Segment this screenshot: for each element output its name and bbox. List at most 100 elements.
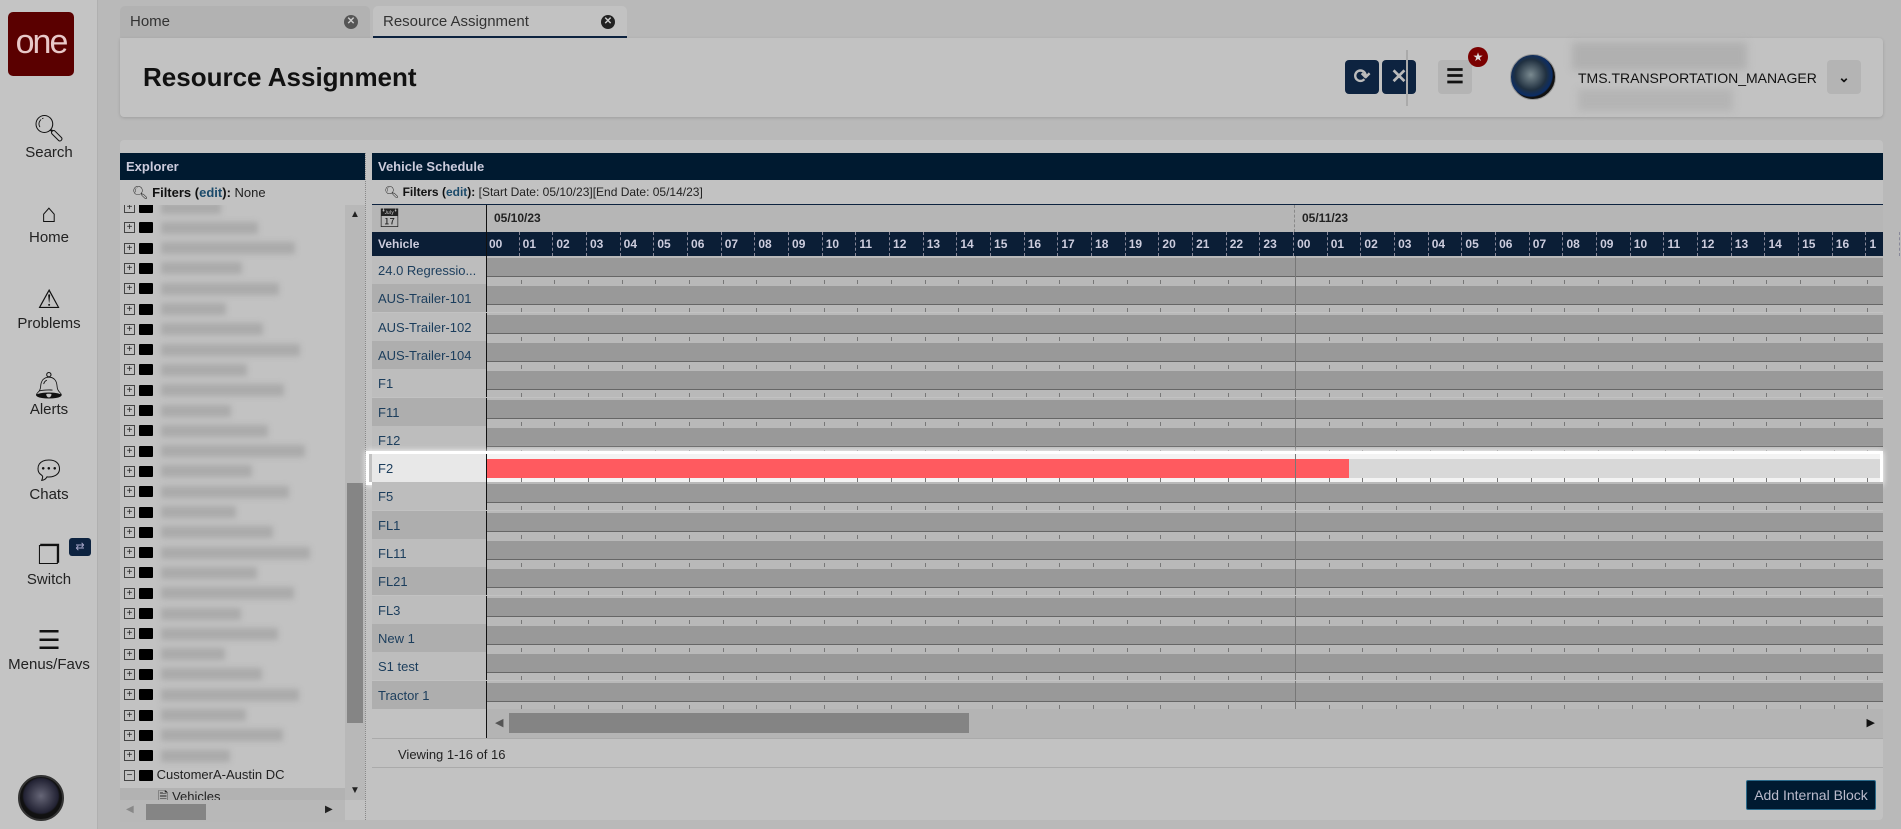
- vehicle-row-label[interactable]: AUS-Trailer-101: [372, 284, 486, 313]
- close-button[interactable]: ✕: [1382, 60, 1416, 94]
- expand-icon[interactable]: +: [124, 486, 135, 498]
- expand-icon[interactable]: +: [124, 323, 135, 335]
- vehicle-timeline[interactable]: [486, 539, 1883, 567]
- vehicle-row-label[interactable]: F11: [372, 397, 486, 426]
- tree-node-expanded[interactable]: − CustomerA-Austin DC: [124, 767, 285, 787]
- tree-node[interactable]: +: [124, 747, 230, 767]
- internal-block-bar[interactable]: [487, 459, 1349, 479]
- tab-home[interactable]: Home ✕: [120, 6, 370, 38]
- expand-icon[interactable]: +: [124, 668, 135, 680]
- vehicle-column-header[interactable]: Vehicle: [378, 237, 419, 251]
- tree-node[interactable]: +: [124, 686, 299, 706]
- tree-node[interactable]: +: [124, 219, 258, 239]
- expand-icon[interactable]: +: [124, 689, 135, 701]
- tree-node[interactable]: +: [124, 361, 247, 381]
- tree-node[interactable]: +: [124, 422, 268, 442]
- tree-node[interactable]: +: [124, 240, 295, 260]
- add-internal-block-button[interactable]: Add Internal Block: [1746, 780, 1876, 810]
- vehicle-timeline[interactable]: [486, 425, 1883, 454]
- tree-node[interactable]: +: [124, 321, 263, 341]
- expand-icon[interactable]: +: [124, 364, 135, 376]
- tree-node[interactable]: +: [124, 605, 241, 625]
- vehicle-timeline[interactable]: [486, 340, 1883, 369]
- vehicle-row-label[interactable]: F2: [372, 454, 486, 483]
- nav-item-problems[interactable]: ⚠ Problems: [0, 283, 98, 332]
- tree-node[interactable]: +: [124, 260, 242, 280]
- expand-icon[interactable]: +: [124, 506, 135, 518]
- vehicle-timeline[interactable]: [486, 397, 1883, 426]
- tree-node[interactable]: +: [124, 301, 226, 321]
- tree-node[interactable]: +: [124, 564, 257, 584]
- vehicle-timeline[interactable]: [486, 312, 1883, 341]
- vehicle-timeline[interactable]: [486, 369, 1883, 398]
- vehicle-row-label[interactable]: Tractor 1: [372, 680, 486, 709]
- expand-icon[interactable]: +: [124, 587, 135, 599]
- tree-node[interactable]: +: [124, 463, 252, 483]
- tree-node[interactable]: +: [124, 524, 273, 544]
- expand-icon[interactable]: +: [124, 567, 135, 579]
- vehicle-timeline[interactable]: [486, 454, 1883, 483]
- nav-item-home[interactable]: ⌂ Home: [0, 197, 98, 246]
- tree-node[interactable]: +: [124, 382, 284, 402]
- vehicle-timeline[interactable]: [486, 595, 1883, 624]
- vehicle-row-label[interactable]: AUS-Trailer-102: [372, 312, 486, 341]
- expand-icon[interactable]: +: [124, 242, 135, 254]
- vehicle-row-label[interactable]: F12: [372, 425, 486, 454]
- expand-icon[interactable]: +: [124, 526, 135, 538]
- vehicle-row-label[interactable]: FL11: [372, 539, 486, 567]
- refresh-button[interactable]: ⟳: [1345, 60, 1379, 94]
- vehicle-timeline[interactable]: [486, 652, 1883, 681]
- vehicle-timeline[interactable]: [486, 256, 1883, 284]
- expand-icon[interactable]: +: [124, 405, 135, 417]
- schedule-scroll-thumb[interactable]: [509, 713, 969, 733]
- expand-icon[interactable]: +: [124, 205, 135, 214]
- nav-item-alerts[interactable]: 🔔︎ Alerts: [0, 369, 98, 418]
- expand-icon[interactable]: +: [124, 628, 135, 640]
- tree-hscroll-thumb[interactable]: [146, 804, 206, 820]
- expand-icon[interactable]: +: [124, 262, 135, 274]
- tree-scroll-thumb[interactable]: [347, 483, 363, 723]
- user-menu-chevron-down-icon[interactable]: ⌄: [1827, 60, 1861, 94]
- expand-icon[interactable]: +: [124, 425, 135, 437]
- expand-icon[interactable]: +: [124, 608, 135, 620]
- tree-node[interactable]: +: [124, 585, 294, 605]
- expand-icon[interactable]: +: [124, 547, 135, 559]
- close-tab-icon[interactable]: ✕: [344, 15, 358, 29]
- vehicle-timeline[interactable]: [486, 623, 1883, 652]
- tree-node[interactable]: +: [124, 666, 262, 686]
- favorites-menu-button[interactable]: ☰: [1438, 60, 1472, 94]
- avatar[interactable]: [1510, 54, 1556, 100]
- expand-icon[interactable]: +: [124, 283, 135, 295]
- vehicle-timeline[interactable]: [486, 284, 1883, 313]
- calendar-icon[interactable]: 📅︎: [378, 208, 401, 229]
- edit-filters-link[interactable]: edit: [446, 185, 467, 199]
- vehicle-row-label[interactable]: S1 test: [372, 652, 486, 681]
- vehicle-row-label[interactable]: AUS-Trailer-104: [372, 340, 486, 369]
- vehicle-timeline[interactable]: [486, 510, 1883, 539]
- expand-icon[interactable]: +: [124, 445, 135, 457]
- expand-icon[interactable]: +: [124, 648, 135, 660]
- tree-node[interactable]: +: [124, 727, 283, 747]
- expand-icon[interactable]: +: [124, 465, 135, 477]
- vehicle-row-label[interactable]: FL3: [372, 595, 486, 624]
- tree-node[interactable]: +: [124, 341, 300, 361]
- vehicle-timeline[interactable]: [486, 680, 1883, 709]
- tree-node[interactable]: +: [124, 646, 225, 666]
- tree-node[interactable]: +: [124, 707, 246, 727]
- collapse-icon[interactable]: −: [124, 770, 135, 782]
- tree-node[interactable]: +: [124, 280, 279, 300]
- expand-icon[interactable]: +: [124, 709, 135, 721]
- vehicle-row-label[interactable]: FL1: [372, 510, 486, 539]
- expand-icon[interactable]: +: [124, 222, 135, 234]
- vehicle-timeline[interactable]: [486, 482, 1883, 511]
- logo[interactable]: one: [8, 12, 74, 76]
- expand-icon[interactable]: +: [124, 750, 135, 762]
- tree-node[interactable]: +: [124, 625, 278, 645]
- tab-resource-assignment[interactable]: Resource Assignment ✕: [373, 6, 627, 38]
- tree-node[interactable]: +: [124, 544, 310, 564]
- nav-item-search[interactable]: 🔍︎ Search: [0, 112, 98, 161]
- schedule-horizontal-scrollbar[interactable]: ◀ ▶: [486, 709, 1883, 738]
- tree-node[interactable]: +: [124, 483, 289, 503]
- tree-node-vehicles[interactable]: 🗎 Vehicles: [120, 787, 345, 800]
- tree-node[interactable]: +: [124, 205, 221, 219]
